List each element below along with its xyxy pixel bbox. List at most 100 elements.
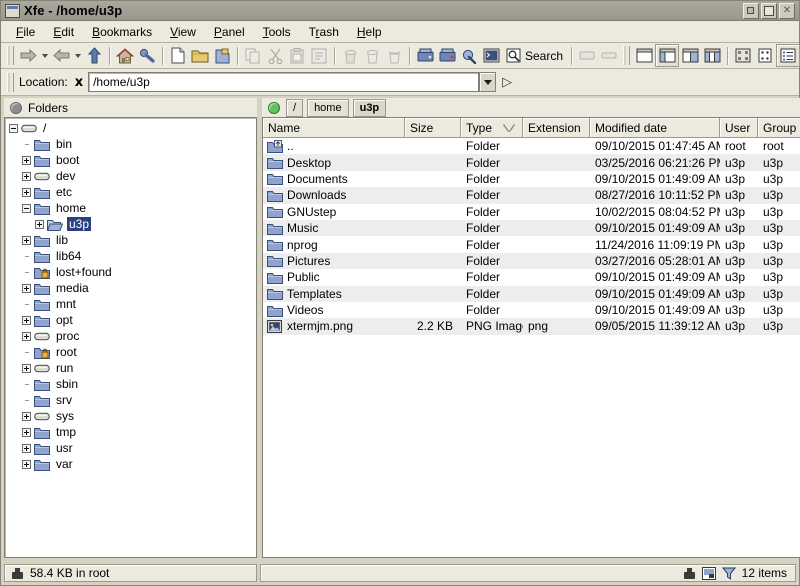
restore-from-trash-button[interactable] (361, 45, 383, 66)
table-row[interactable]: GNUstepFolder10/02/2015 08:04:52 PMu3pu3… (263, 204, 800, 220)
breadcrumb-item[interactable]: u3p (353, 99, 387, 117)
tree-item-srv[interactable]: srv (9, 392, 256, 408)
tree-item-tmp[interactable]: tmp (9, 424, 256, 440)
expand-icon[interactable] (22, 156, 31, 165)
new-folder-button[interactable] (189, 45, 211, 66)
tree-item-boot[interactable]: boot (9, 152, 256, 168)
menu-trash[interactable]: Trash (300, 23, 348, 41)
terminal-button[interactable] (480, 45, 502, 66)
location-grip[interactable] (7, 73, 14, 92)
expand-icon[interactable] (22, 188, 31, 197)
cut-button[interactable] (264, 45, 286, 66)
new-symlink-button[interactable] (211, 45, 233, 66)
paste-button[interactable] (286, 45, 308, 66)
expand-icon[interactable] (22, 444, 31, 453)
table-row[interactable]: TemplatesFolder09/10/2015 01:49:09 AMu3p… (263, 286, 800, 302)
tree-item-etc[interactable]: etc (9, 184, 256, 200)
menu-bookmarks[interactable]: Bookmarks (83, 23, 161, 41)
back-history-dropdown-icon[interactable] (39, 45, 50, 66)
properties-button[interactable] (308, 45, 330, 66)
tree-item-lost-found[interactable]: lost+found (9, 264, 256, 280)
expand-icon[interactable] (22, 284, 31, 293)
forward-history-dropdown-icon[interactable] (72, 45, 83, 66)
minimize-button[interactable] (743, 3, 759, 19)
menu-view[interactable]: View (161, 23, 205, 41)
expand-icon[interactable] (22, 428, 31, 437)
tree-item-media[interactable]: media (9, 280, 256, 296)
work-directory-button[interactable] (136, 45, 158, 66)
menu-edit[interactable]: Edit (44, 23, 83, 41)
location-input[interactable]: /home/u3p (88, 72, 479, 92)
back-button[interactable] (17, 45, 39, 66)
column-header-extension[interactable]: Extension (523, 118, 590, 137)
collapse-icon[interactable] (22, 204, 31, 213)
tree-two-panels-button[interactable] (701, 45, 723, 66)
expand-icon[interactable] (35, 220, 44, 229)
unmount-button[interactable] (436, 45, 458, 66)
table-row[interactable]: DesktopFolder03/25/2016 06:21:26 PMu3pu3… (263, 154, 800, 170)
expand-icon[interactable] (22, 364, 31, 373)
move-to-trash-button[interactable] (339, 45, 361, 66)
collapse-icon[interactable] (9, 124, 18, 133)
column-header-modified-date[interactable]: Modified date (590, 118, 720, 137)
detailed-list-button[interactable] (776, 44, 800, 67)
toolbar-grip[interactable] (7, 46, 14, 65)
show-hidden-files-button[interactable] (732, 45, 754, 66)
tree-item-proc[interactable]: proc (9, 328, 256, 344)
table-row[interactable]: DownloadsFolder08/27/2016 10:11:52 PMu3p… (263, 187, 800, 203)
tree-item-mnt[interactable]: mnt (9, 296, 256, 312)
expand-icon[interactable] (22, 172, 31, 181)
column-header-group[interactable]: Group (758, 118, 800, 137)
mount-button[interactable] (414, 45, 436, 66)
tree-item-sys[interactable]: sys (9, 408, 256, 424)
new-file-button[interactable] (167, 45, 189, 66)
expand-icon[interactable] (22, 412, 31, 421)
expand-icon[interactable] (22, 236, 31, 245)
column-header-user[interactable]: User (720, 118, 758, 137)
table-row[interactable]: nprogFolder11/24/2016 11:09:19 PMu3pu3pd… (263, 236, 800, 252)
menu-tools[interactable]: Tools (254, 23, 300, 41)
tree-item-lib[interactable]: lib (9, 232, 256, 248)
home-button[interactable] (114, 45, 136, 66)
big-icons-button[interactable] (576, 45, 598, 66)
toolbar-grip-2[interactable] (623, 46, 630, 65)
file-list[interactable]: NameSizeTypeExtensionModified dateUserGr… (262, 117, 800, 558)
expand-icon[interactable] (22, 460, 31, 469)
tree-panel-button[interactable] (655, 44, 679, 67)
up-button[interactable] (83, 45, 105, 66)
table-row[interactable]: ..Folder09/10/2015 01:47:45 AMrootrootdr… (263, 138, 800, 154)
column-header-name[interactable]: Name (263, 118, 405, 137)
menu-help[interactable]: Help (348, 23, 391, 41)
tree-item-opt[interactable]: opt (9, 312, 256, 328)
one-panel-button[interactable] (633, 45, 655, 66)
tree-item-usr[interactable]: usr (9, 440, 256, 456)
table-row[interactable]: PublicFolder09/10/2015 01:49:09 AMu3pu3p… (263, 269, 800, 285)
tree-item-home[interactable]: home (9, 200, 256, 216)
go-button[interactable]: ▷ (502, 74, 512, 90)
menu-panel[interactable]: Panel (205, 23, 254, 41)
small-icons-button[interactable] (598, 45, 620, 66)
table-row[interactable]: PicturesFolder03/27/2016 05:28:01 AMu3pu… (263, 253, 800, 269)
menu-file[interactable]: File (7, 23, 44, 41)
copy-button[interactable] (242, 45, 264, 66)
tree-item-sbin[interactable]: sbin (9, 376, 256, 392)
close-button[interactable] (779, 3, 795, 19)
tree-item-u3p[interactable]: u3p (9, 216, 256, 232)
table-row[interactable]: MusicFolder09/10/2015 01:49:09 AMu3pu3pd… (263, 220, 800, 236)
clear-location-icon[interactable]: x (75, 75, 83, 90)
table-row[interactable]: DocumentsFolder09/10/2015 01:49:09 AMu3p… (263, 171, 800, 187)
column-header-type[interactable]: Type (461, 118, 523, 137)
tree-item-dev[interactable]: dev (9, 168, 256, 184)
empty-trash-button[interactable] (383, 45, 405, 66)
table-row[interactable]: xtermjm.png2.2 KBPNG Imagepng09/05/2015 … (263, 318, 800, 334)
breadcrumb-item[interactable]: home (307, 99, 349, 117)
tree-item-root[interactable]: root (9, 344, 256, 360)
tree-item-var[interactable]: var (9, 456, 256, 472)
maximize-button[interactable] (761, 3, 777, 19)
tree-item--[interactable]: / (9, 120, 256, 136)
search-button[interactable]: Search (502, 45, 567, 66)
column-header-size[interactable]: Size (405, 118, 461, 137)
folder-tree[interactable]: /binbootdevetchomeu3pliblib64lost+foundm… (4, 117, 257, 558)
refresh-button[interactable] (458, 45, 480, 66)
tree-item-lib64[interactable]: lib64 (9, 248, 256, 264)
